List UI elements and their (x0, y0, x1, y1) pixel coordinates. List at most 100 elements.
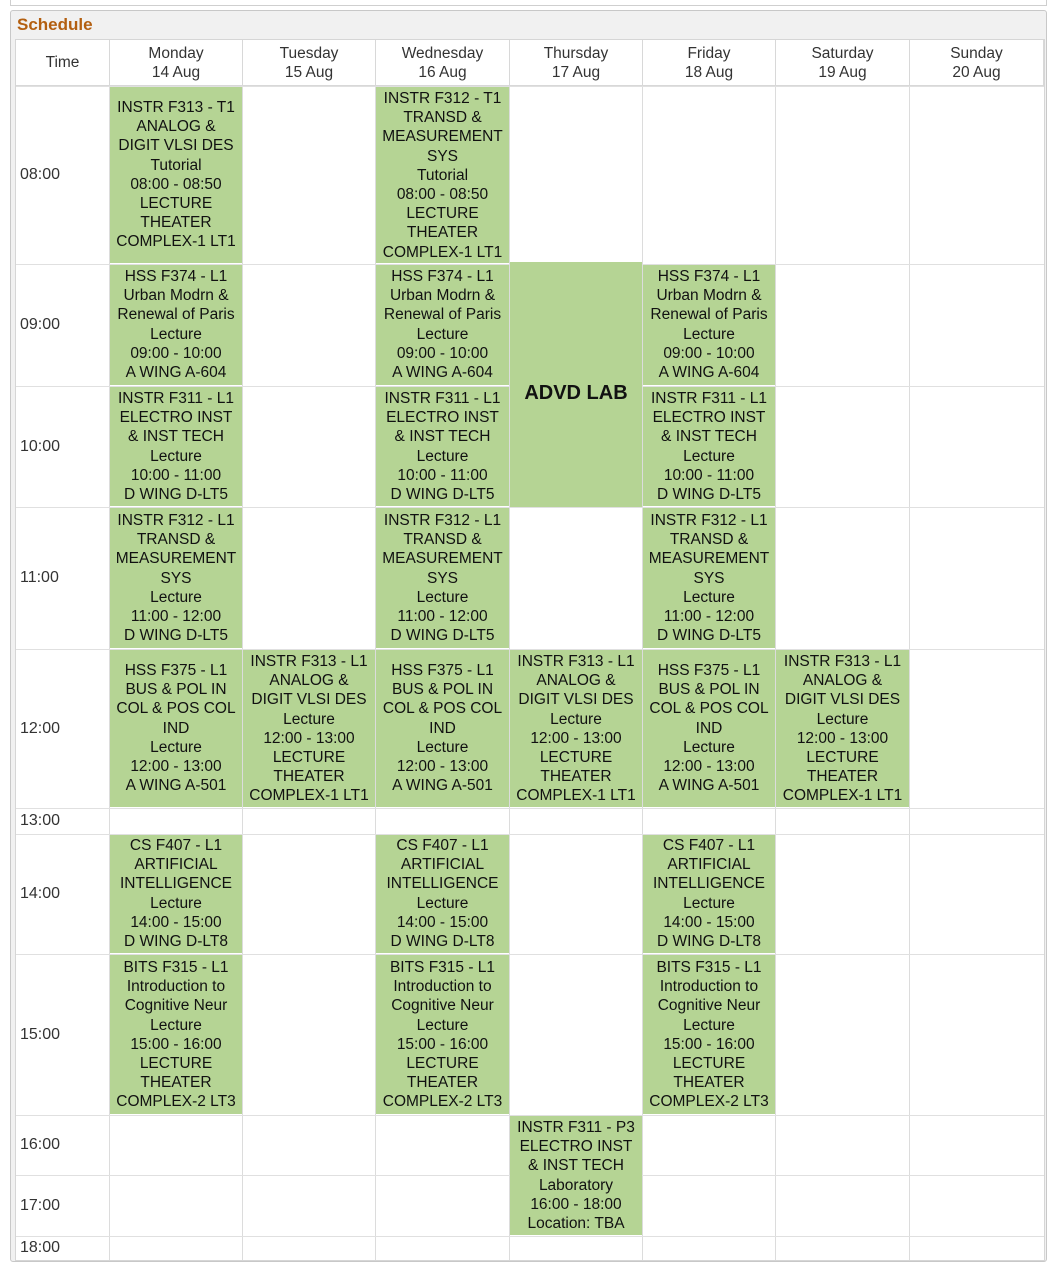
event-line: LECTURE (139, 1055, 213, 1073)
event-line: Lecture (683, 1016, 735, 1034)
event-line: Introduction to (393, 978, 492, 996)
class-event[interactable]: INSTR F311 - P3 ELECTRO INST & INST TECH La… (510, 1116, 642, 1235)
event-line: A WING A-501 (658, 777, 760, 795)
header-day-wednesday: Wednesday 16 Aug (376, 40, 510, 86)
event-line: Lecture (150, 738, 202, 756)
time-label: 17:00 (20, 1196, 61, 1214)
event-line: INSTR F312 - L1 (383, 512, 502, 529)
class-event[interactable]: HSS F375 - L1 BUS & POL IN COL & POS COL IN… (376, 650, 509, 807)
event-line: MEASUREMENT (648, 550, 770, 568)
event-line: INSTR F311 - L1 (117, 390, 234, 407)
event-line: THEATER (140, 1074, 212, 1092)
class-event[interactable]: BITS F315 - L1 Introduction to Cognitive N… (376, 955, 509, 1114)
time-label: 14:00 (20, 885, 61, 902)
advd-lab-block[interactable]: ADVD LAB (510, 262, 642, 507)
class-event[interactable]: HSS F374 - L1 Urban Modrn & Renewal of Par… (643, 265, 775, 385)
event-line: DIGIT VLSI DES (518, 691, 634, 709)
day-date: 19 Aug (818, 63, 867, 81)
event-line: 12:00 - 13:00 (396, 758, 489, 776)
event-line: Location: TBA (527, 1215, 625, 1233)
header-day-friday: Friday 18 Aug (643, 40, 776, 86)
event-line: 09:00 - 10:00 (130, 344, 222, 362)
top-border (10, 0, 1047, 6)
day-name: Tuesday (279, 44, 339, 62)
row-divider (16, 1236, 1044, 1237)
class-event[interactable]: INSTR F312 - L1 TRANSD & MEASUREMENT SYS Lec… (376, 508, 509, 648)
event-line: SYS (160, 569, 192, 587)
event-line: Introduction to (126, 978, 226, 996)
event-line: DIGIT VLSI DES (118, 137, 234, 155)
event-line: LECTURE (806, 749, 879, 767)
class-event[interactable]: HSS F374 - L1 Urban Modrn & Renewal of Par… (110, 265, 242, 385)
event-line: THEATER (540, 768, 612, 786)
event-line: LECTURE (406, 1055, 479, 1073)
event-line: INSTR F313 - L1 (783, 653, 902, 670)
event-line: MEASUREMENT (115, 550, 237, 568)
event-line: Lecture (150, 894, 202, 912)
event-line: THEATER (140, 214, 212, 232)
day-date: 18 Aug (684, 63, 734, 81)
class-event[interactable]: INSTR F313 - T1 ANALOG & DIGIT VLSI DES Tut… (110, 87, 242, 263)
event-line: Lecture (683, 447, 735, 465)
event-line: BUS & POL IN (391, 681, 494, 699)
event-line: COMPLEX-1 LT1 (782, 787, 903, 805)
event-line: Introduction to (659, 978, 759, 996)
event-line: Lecture (683, 325, 735, 343)
event-line: Cognitive Neur (124, 997, 228, 1015)
class-event[interactable]: HSS F374 - L1 Urban Modrn & Renewal of Par… (376, 265, 509, 385)
event-line: THEATER (273, 768, 345, 786)
class-event[interactable]: INSTR F313 - L1 ANALOG & DIGIT VLSI DES Lec… (243, 650, 375, 807)
class-event[interactable]: INSTR F312 - T1 TRANSD & MEASUREMENT SYS Tut… (376, 87, 509, 263)
event-line: LECTURE (272, 749, 346, 767)
event-line: ANALOG & (136, 118, 216, 136)
time-label: 12:00 (20, 719, 61, 737)
header-time: Time (16, 40, 110, 86)
class-event[interactable]: HSS F375 - L1 BUS & POL IN COL & POS COL IN… (643, 650, 775, 807)
event-line: THEATER (406, 1074, 479, 1092)
event-line: THEATER (806, 768, 879, 786)
event-line: D WING D-LT5 (657, 627, 761, 645)
event-line: HSS F374 - L1 (124, 268, 228, 285)
class-event[interactable]: INSTR F311 - L1 ELECTRO INST & INST TECH Le… (110, 387, 242, 506)
event-line: A WING A-501 (125, 777, 227, 795)
class-event[interactable]: INSTR F311 - L1 ELECTRO INST & INST TECH Le… (376, 387, 509, 506)
day-name: Saturday (811, 44, 874, 62)
class-event[interactable]: BITS F315 - L1 Introduction to Cognitive N… (643, 955, 775, 1114)
class-event[interactable]: CS F407 - L1 ARTIFICIAL INTELLIGENCE Lectur… (643, 835, 775, 953)
class-event[interactable]: INSTR F312 - L1 TRANSD & MEASUREMENT SYS Lec… (110, 508, 242, 648)
day-date: 17 Aug (551, 63, 601, 81)
event-line: ANALOG & (269, 672, 349, 690)
event-line: 08:00 - 08:50 (396, 186, 489, 204)
event-line: COMPLEX-2 LT3 (649, 1093, 769, 1111)
event-line: TRANSD & (403, 531, 482, 549)
time-label: 09:00 (20, 316, 61, 333)
event-line: D WING D-LT5 (390, 627, 495, 645)
event-line: Lecture (416, 588, 469, 606)
event-line: 15:00 - 16:00 (663, 1035, 755, 1053)
class-event[interactable]: INSTR F311 - L1 ELECTRO INST & INST TECH Le… (643, 387, 775, 506)
class-event[interactable]: INSTR F313 - L1 ANALOG & DIGIT VLSI DES Lec… (776, 650, 909, 807)
event-line: INTELLIGENCE (386, 875, 499, 893)
class-event[interactable]: INSTR F312 - L1 TRANSD & MEASUREMENT SYS Lec… (643, 508, 775, 648)
class-event[interactable]: CS F407 - L1 ARTIFICIAL INTELLIGENCE Lectur… (110, 835, 242, 953)
event-line: 14:00 - 15:00 (130, 913, 222, 931)
event-line: DIGIT VLSI DES (784, 691, 901, 709)
event-line: 12:00 - 13:00 (263, 729, 355, 747)
event-line: Lecture (283, 710, 335, 728)
class-event[interactable]: CS F407 - L1 ARTIFICIAL INTELLIGENCE Lectur… (376, 835, 509, 953)
time-label: 16:00 (20, 1136, 61, 1153)
event-line: 14:00 - 15:00 (396, 913, 489, 931)
event-line: Urban Modrn & (389, 287, 496, 305)
class-event[interactable]: HSS F375 - L1 BUS & POL IN COL & POS COL IN… (110, 650, 242, 807)
header-day-sunday: Sunday 20 Aug (910, 40, 1044, 86)
event-line: INSTR F313 - L1 (250, 653, 368, 670)
event-line: INSTR F311 - L1 (384, 390, 501, 407)
class-event[interactable]: BITS F315 - L1 Introduction to Cognitive N… (110, 955, 242, 1114)
event-line: ELECTRO INST (119, 409, 233, 427)
event-line: 15:00 - 16:00 (396, 1035, 489, 1053)
event-line: DIGIT VLSI DES (251, 691, 367, 709)
event-line: 12:00 - 13:00 (663, 758, 755, 776)
event-line: 10:00 - 11:00 (397, 466, 488, 484)
event-line: A WING A-501 (392, 777, 493, 795)
class-event[interactable]: INSTR F313 - L1 ANALOG & DIGIT VLSI DES Lec… (510, 650, 642, 807)
